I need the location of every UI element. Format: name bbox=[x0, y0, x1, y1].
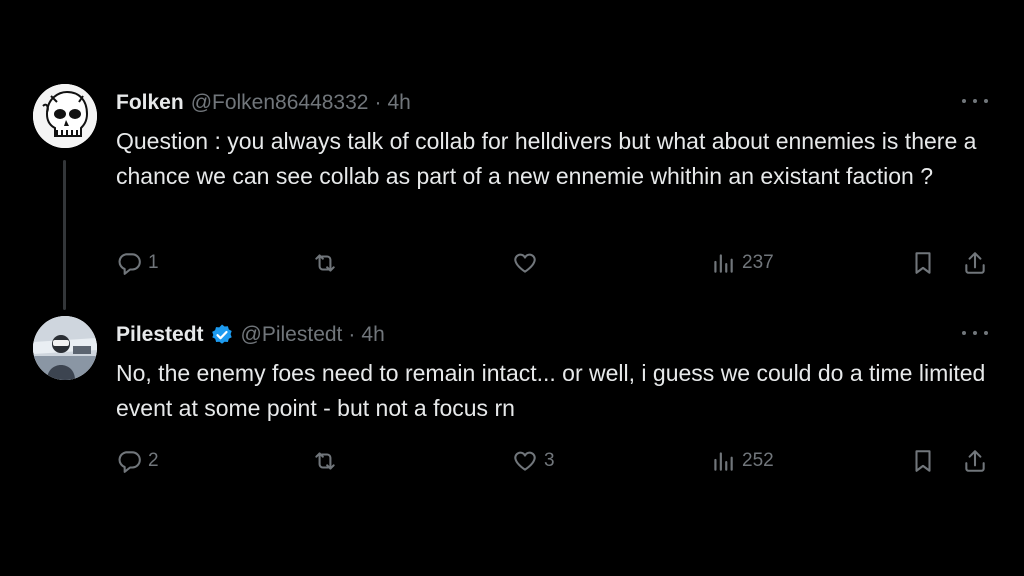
like-count: 3 bbox=[544, 450, 555, 471]
like-button[interactable] bbox=[512, 248, 544, 278]
reply-count: 1 bbox=[148, 252, 159, 273]
bookmark-button[interactable] bbox=[910, 446, 936, 476]
views-button[interactable]: 237 bbox=[710, 248, 774, 278]
view-count: 237 bbox=[742, 252, 774, 273]
tweet-header: Pilestedt @Pilestedt · 4h bbox=[116, 322, 385, 348]
skull-avatar-icon bbox=[33, 84, 97, 148]
tweet-text: Question : you always talk of collab for… bbox=[116, 128, 977, 189]
retweet-icon bbox=[315, 452, 335, 470]
person-avatar-icon bbox=[33, 316, 97, 380]
retweet-button[interactable] bbox=[312, 248, 344, 278]
reply-icon bbox=[118, 451, 141, 473]
tweet-text: No, the enemy foes need to remain intact… bbox=[116, 360, 986, 421]
bookmark-icon bbox=[915, 252, 931, 274]
user-handle[interactable]: @Pilestedt bbox=[241, 323, 343, 347]
tweet-actions: 1 237 bbox=[116, 248, 996, 278]
tweet-folken[interactable]: Folken @Folken86448332 · 4h Question : y… bbox=[0, 84, 1024, 294]
timestamp[interactable]: 4h bbox=[361, 323, 384, 347]
view-count: 252 bbox=[742, 450, 774, 471]
tweet-header: Folken @Folken86448332 · 4h bbox=[116, 90, 411, 116]
retweet-button[interactable] bbox=[312, 446, 344, 476]
tweet-actions: 2 3 252 bbox=[116, 446, 996, 476]
more-icon[interactable] bbox=[962, 94, 988, 108]
reply-button[interactable]: 2 bbox=[116, 446, 159, 476]
views-icon bbox=[714, 452, 733, 471]
retweet-icon bbox=[315, 254, 335, 272]
share-icon bbox=[965, 252, 985, 274]
tweet-pilestedt[interactable]: Pilestedt @Pilestedt · 4h No, the enemy … bbox=[0, 316, 1024, 486]
views-button[interactable]: 252 bbox=[710, 446, 774, 476]
display-name[interactable]: Pilestedt bbox=[116, 323, 204, 347]
avatar-pilestedt[interactable] bbox=[33, 316, 97, 380]
separator-dot: · bbox=[348, 323, 356, 346]
share-button[interactable] bbox=[962, 248, 988, 278]
heart-icon bbox=[514, 451, 536, 471]
bookmark-button[interactable] bbox=[910, 248, 936, 278]
timestamp[interactable]: 4h bbox=[387, 91, 410, 115]
reply-count: 2 bbox=[148, 450, 159, 471]
views-icon bbox=[714, 254, 733, 273]
user-handle[interactable]: @Folken86448332 bbox=[191, 91, 369, 115]
more-icon[interactable] bbox=[962, 326, 988, 340]
heart-icon bbox=[514, 253, 536, 273]
reply-button[interactable]: 1 bbox=[116, 248, 159, 278]
verified-badge-icon bbox=[210, 323, 234, 347]
separator-dot: · bbox=[374, 91, 382, 114]
share-icon bbox=[965, 450, 985, 472]
bookmark-icon bbox=[915, 450, 931, 472]
reply-icon bbox=[118, 253, 141, 275]
share-button[interactable] bbox=[962, 446, 988, 476]
avatar-folken[interactable] bbox=[33, 84, 97, 148]
like-button[interactable]: 3 bbox=[512, 446, 555, 476]
display-name[interactable]: Folken bbox=[116, 91, 184, 115]
